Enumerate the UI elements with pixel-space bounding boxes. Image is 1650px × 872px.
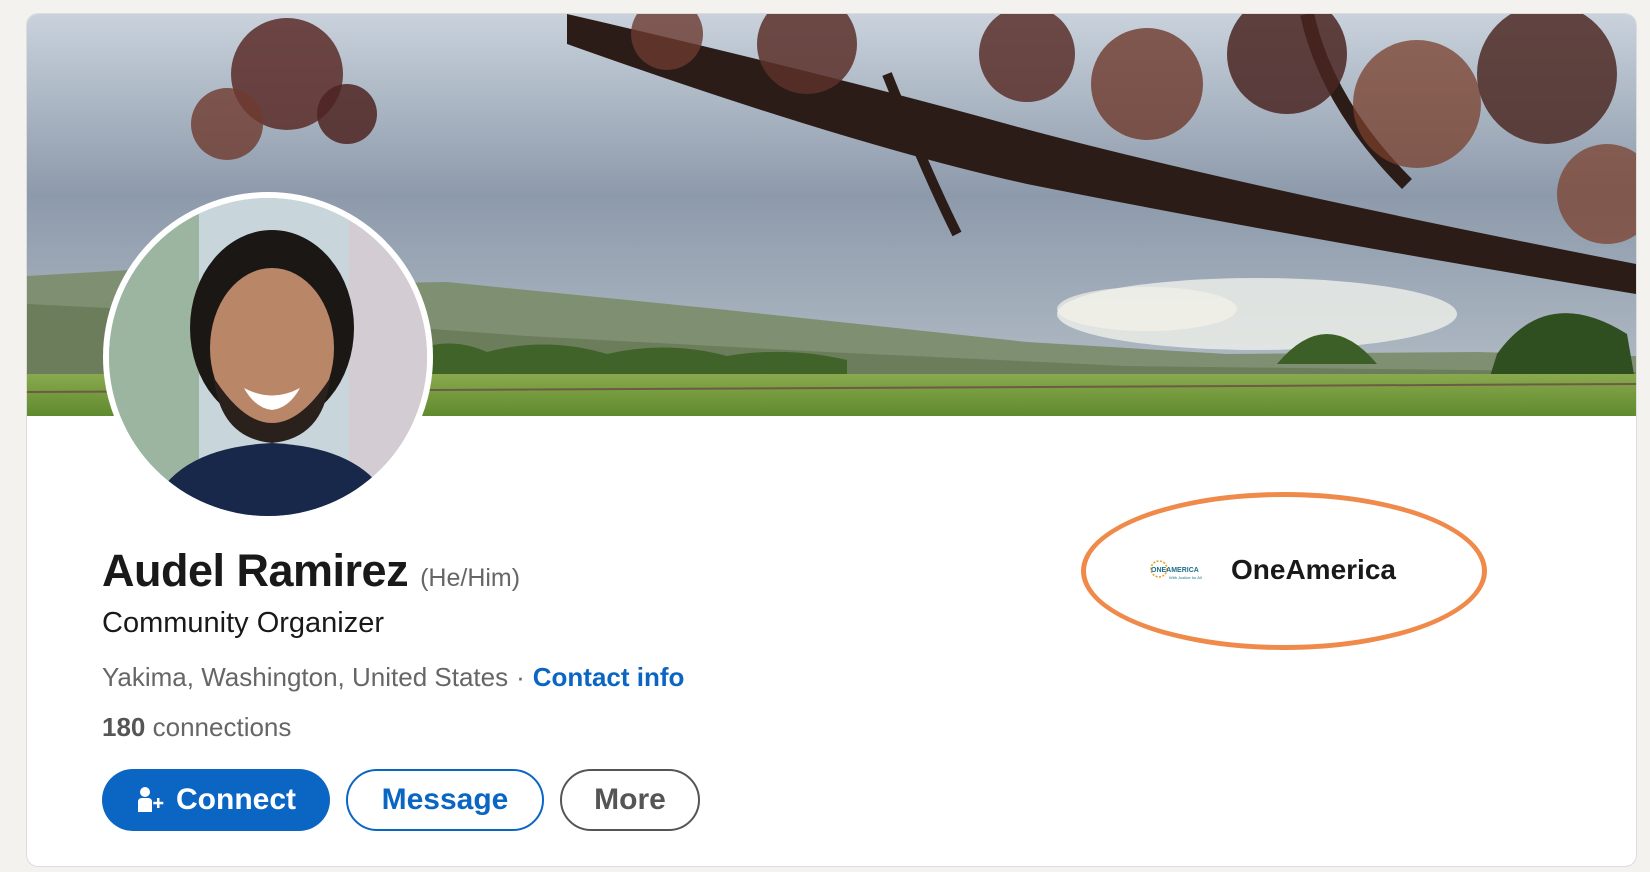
profile-pronouns: (He/Him) — [420, 564, 521, 592]
profile-name-row: Audel Ramirez (He/Him) — [102, 545, 520, 597]
svg-text:ONEAMERICA: ONEAMERICA — [1151, 567, 1199, 574]
profile-actions: Connect Message More — [102, 769, 700, 831]
connections-count: 180 — [102, 712, 146, 742]
profile-name: Audel Ramirez — [102, 545, 409, 596]
location-separator: · — [516, 662, 525, 692]
connect-button-label: Connect — [176, 783, 296, 816]
current-organization[interactable]: ONEAMERICA With Justice for All OneAmeri… — [1149, 554, 1396, 586]
more-button[interactable]: More — [560, 769, 700, 831]
profile-location-row: Yakima, Washington, United States · Contac… — [102, 662, 684, 693]
message-button-label: Message — [381, 783, 509, 816]
svg-text:With Justice for All: With Justice for All — [1169, 575, 1202, 580]
connections-row: 180 connections — [102, 712, 291, 743]
person-add-icon — [136, 785, 166, 815]
contact-info-link[interactable]: Contact info — [533, 662, 685, 692]
organization-name: OneAmerica — [1231, 554, 1396, 585]
profile-avatar[interactable] — [103, 192, 433, 522]
profile-card: Audel Ramirez (He/Him) Community Organiz… — [26, 13, 1637, 867]
connections-label: connections — [152, 712, 292, 742]
connect-button[interactable]: Connect — [102, 769, 330, 831]
oneamerica-logo: ONEAMERICA With Justice for All — [1149, 555, 1213, 585]
profile-headline: Community Organizer — [102, 607, 385, 639]
message-button[interactable]: Message — [346, 769, 544, 831]
more-button-label: More — [594, 783, 666, 816]
profile-location: Yakima, Washington, United States — [102, 662, 509, 692]
